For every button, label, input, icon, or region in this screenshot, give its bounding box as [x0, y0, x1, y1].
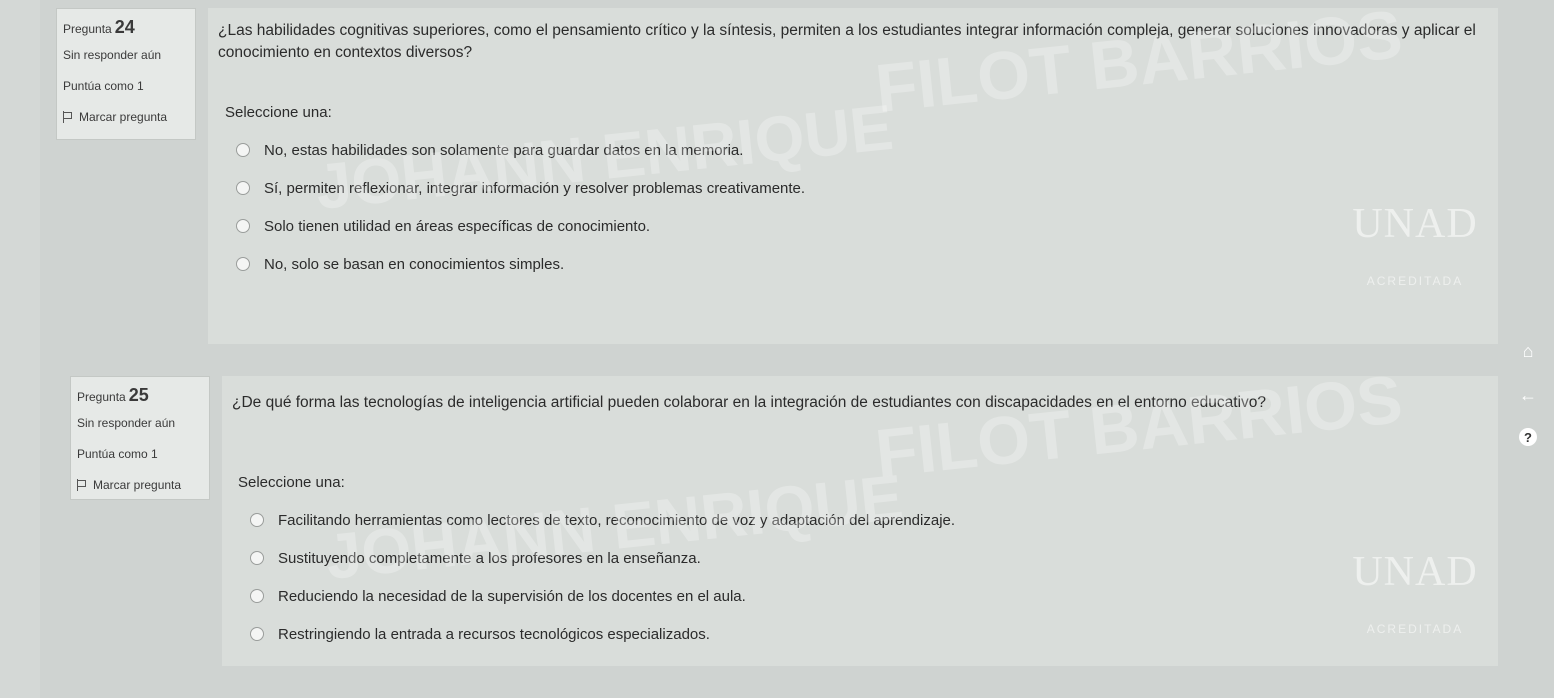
- radio-button[interactable]: [250, 627, 264, 641]
- flag-question-label: Marcar pregunta: [93, 478, 182, 492]
- answer-option-label: Reduciendo la necesidad de la supervisió…: [278, 587, 746, 605]
- help-icon[interactable]: ?: [1519, 428, 1537, 446]
- radio-button[interactable]: [250, 589, 264, 603]
- answer-option[interactable]: Facilitando herramientas como lectores d…: [250, 501, 1482, 539]
- answer-option-label: Restringiendo la entrada a recursos tecn…: [278, 625, 710, 643]
- flag-question-button[interactable]: Marcar pregunta: [63, 110, 189, 124]
- answer-option[interactable]: No, estas habilidades son solamente para…: [236, 131, 1478, 169]
- answer-option-label: No, estas habilidades son solamente para…: [264, 141, 744, 159]
- radio-button[interactable]: [250, 551, 264, 565]
- back-arrow-icon[interactable]: ←: [1517, 384, 1539, 406]
- question-25-info: Pregunta 25 Sin responder aún Puntúa como…: [70, 376, 210, 500]
- answer-option[interactable]: Solo tienen utilidad en áreas específica…: [236, 207, 1478, 245]
- question-label: Pregunta: [77, 390, 126, 404]
- question-status: Sin responder aún: [77, 416, 176, 430]
- answer-option-label: Facilitando herramientas como lectores d…: [278, 511, 956, 529]
- question-status: Sin responder aún: [63, 48, 162, 62]
- flag-question-label: Marcar pregunta: [79, 110, 168, 124]
- flag-icon: [63, 111, 73, 123]
- answer-option-label: No, solo se basan en conocimientos simpl…: [264, 255, 565, 273]
- radio-button[interactable]: [236, 219, 250, 233]
- answer-option[interactable]: Sustituyendo completamente a los profeso…: [250, 539, 1482, 577]
- question-label: Pregunta: [63, 22, 112, 36]
- question-score: Puntúa como 1: [63, 79, 144, 93]
- radio-button[interactable]: [236, 181, 250, 195]
- answer-option[interactable]: Reduciendo la necesidad de la supervisió…: [250, 577, 1482, 615]
- answer-option[interactable]: No, solo se basan en conocimientos simpl…: [236, 245, 1478, 283]
- question-number: 25: [128, 385, 149, 405]
- radio-button[interactable]: [236, 143, 250, 157]
- select-prompt: Seleccione una:: [238, 474, 345, 491]
- question-text: ¿Las habilidades cognitivas superiores, …: [218, 22, 1476, 61]
- flag-icon: [77, 479, 87, 491]
- answer-option[interactable]: Restringiendo la entrada a recursos tecn…: [250, 615, 1482, 653]
- radio-button[interactable]: [250, 513, 264, 527]
- question-score: Puntúa como 1: [77, 447, 158, 461]
- answer-option-label: Sí, permiten reflexionar, integrar infor…: [264, 179, 806, 197]
- question-25-content: ¿De qué forma las tecnologías de intelig…: [232, 392, 1482, 653]
- select-prompt: Seleccione una:: [225, 104, 332, 121]
- answer-option-label: Solo tienen utilidad en áreas específica…: [264, 217, 651, 235]
- answer-option[interactable]: Sí, permiten reflexionar, integrar infor…: [236, 169, 1478, 207]
- light-stripe: [0, 0, 40, 698]
- flag-question-button[interactable]: Marcar pregunta: [77, 478, 203, 492]
- radio-button[interactable]: [236, 257, 250, 271]
- answer-option-label: Sustituyendo completamente a los profeso…: [278, 549, 701, 567]
- question-24-content: ¿Las habilidades cognitivas superiores, …: [218, 20, 1478, 283]
- home-icon[interactable]: ⌂: [1517, 340, 1539, 362]
- side-toolbar: ⌂ ← ?: [1508, 340, 1548, 446]
- question-24-info: Pregunta 24 Sin responder aún Puntúa como…: [56, 8, 196, 140]
- question-text: ¿De qué forma las tecnologías de intelig…: [232, 394, 1266, 411]
- question-number: 24: [114, 17, 135, 37]
